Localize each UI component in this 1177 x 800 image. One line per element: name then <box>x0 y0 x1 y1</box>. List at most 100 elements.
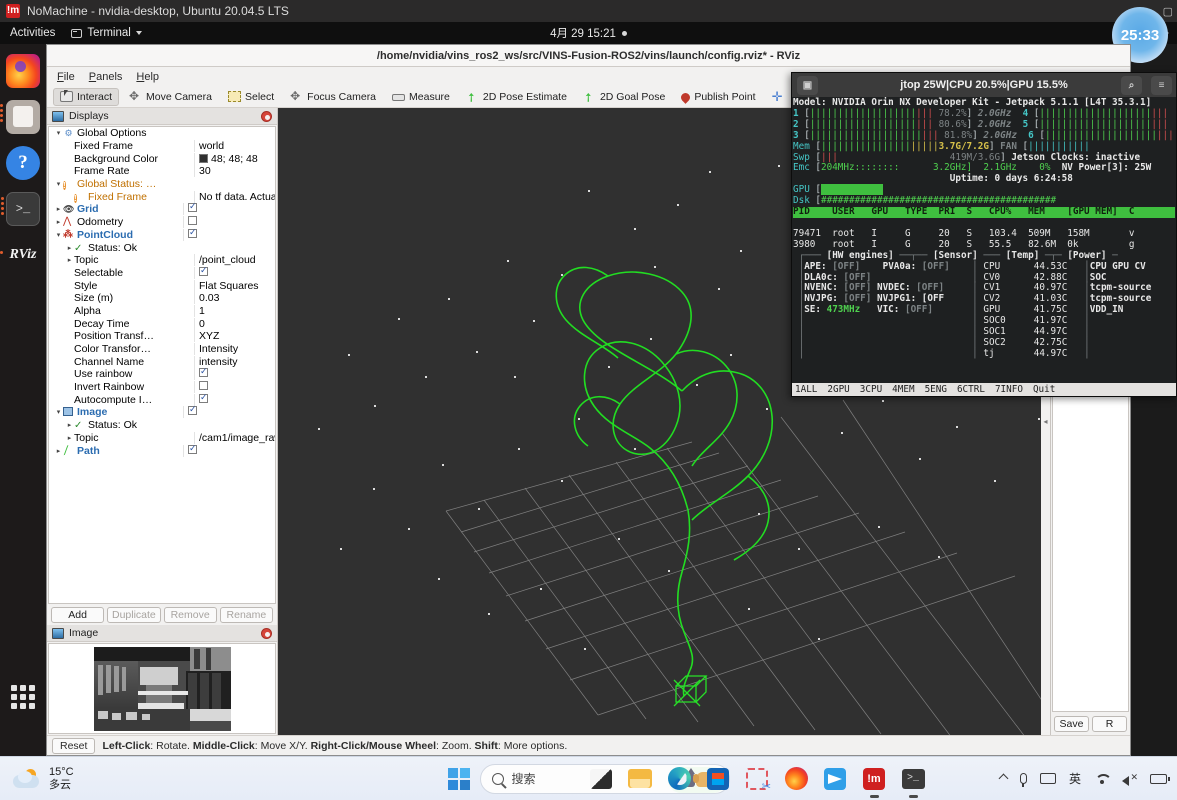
close-icon[interactable] <box>261 627 272 639</box>
activities-button[interactable]: Activities <box>0 27 65 39</box>
display-value[interactable] <box>183 406 275 419</box>
jtop-menu-item[interactable]: 4MEM <box>892 384 914 395</box>
display-value[interactable]: /cam1/image_raw <box>194 431 275 444</box>
display-row[interactable]: Channel Name intensity <box>49 355 275 368</box>
menu-help[interactable]: Help <box>136 71 159 83</box>
tool-interact[interactable]: Interact <box>53 87 120 106</box>
expander-toggle[interactable]: ▸ <box>65 256 74 264</box>
show-applications-button[interactable] <box>6 680 40 714</box>
taskbar-item-terminal[interactable]: >_ <box>900 766 926 798</box>
display-row[interactable]: ▾ ⚙ Global Options <box>49 127 275 140</box>
microphone-icon[interactable] <box>1019 773 1027 787</box>
jtop-terminal-content[interactable]: Model: NVIDIA Orin NX Developer Kit - Je… <box>792 97 1176 383</box>
display-value[interactable]: world <box>194 140 275 153</box>
checkbox-checked[interactable] <box>188 406 197 416</box>
menu-file[interactable]: File <box>57 71 75 83</box>
color-swatch[interactable] <box>199 153 208 163</box>
display-value[interactable]: 1 <box>194 304 275 317</box>
display-value[interactable]: 30 <box>194 165 275 178</box>
jtop-menu-item[interactable]: 6CTRL <box>957 384 985 395</box>
display-value[interactable] <box>183 444 275 457</box>
taskbar-item-file-explorer[interactable] <box>627 766 653 792</box>
jtop-menu-item[interactable]: 2GPU <box>827 384 849 395</box>
menu-icon[interactable]: ≡ <box>1151 75 1172 95</box>
display-row[interactable]: ▸ ⋀ Odometry <box>49 216 275 229</box>
touch-keyboard-icon[interactable] <box>1039 773 1056 784</box>
display-value[interactable] <box>194 266 275 279</box>
display-value[interactable] <box>194 381 275 394</box>
jtop-titlebar-actions[interactable]: ⌕ ≡ <box>1116 75 1176 95</box>
taskbar-item-microsoft-store[interactable] <box>705 766 731 792</box>
jtop-menu-item[interactable]: 5ENG <box>925 384 947 395</box>
display-value[interactable]: XYZ <box>194 330 275 343</box>
display-row[interactable]: ▾ ⁂ PointCloud <box>49 228 275 242</box>
display-value[interactable]: 48; 48; 48 <box>194 152 275 165</box>
display-row[interactable]: ▸ ⟋ Path <box>49 444 275 457</box>
terminal-tab-icon[interactable]: ▣ <box>797 75 818 95</box>
taskbar-item-nomachine[interactable]: !m <box>861 766 887 798</box>
display-row[interactable]: ▾! Global Status: … <box>49 178 275 191</box>
duplicate-button[interactable]: Duplicate <box>107 607 161 623</box>
tool-measure[interactable]: Measure <box>386 89 456 105</box>
display-row[interactable]: Decay Time 0 <box>49 317 275 330</box>
checkbox-checked[interactable] <box>188 228 197 238</box>
display-row[interactable]: ! Fixed Frame No tf data. Actual err… <box>49 190 275 203</box>
taskbar-item-edge[interactable] <box>666 766 692 792</box>
show-hidden-icons-icon[interactable] <box>998 773 1009 784</box>
dock-item-help[interactable]: ? <box>6 146 40 180</box>
display-row[interactable]: Invert Rainbow <box>49 381 275 394</box>
display-row[interactable]: ▸ Topic/cam1/image_raw <box>49 431 275 445</box>
tool-move-camera[interactable]: ✥ Move Camera <box>123 89 218 105</box>
dock-item-rviz[interactable]: RViz <box>0 238 40 272</box>
gnome-clock[interactable]: 4月 29 15:21 <box>0 25 1177 41</box>
displays-tree[interactable]: ▾ ⚙ Global Options Fixed Frame world Backgrou… <box>48 126 276 604</box>
tool-2d-goal-pose[interactable]: ➚ 2D Goal Pose <box>577 89 671 106</box>
reset-view-button[interactable]: R <box>1092 716 1127 732</box>
tool-2d-pose-estimate[interactable]: ➚ 2D Pose Estimate <box>460 89 573 106</box>
tool-focus-camera[interactable]: ✥ Focus Camera <box>284 89 382 105</box>
ime-indicator[interactable]: 英 <box>1069 770 1081 787</box>
expander-toggle[interactable]: ▸ <box>65 244 74 252</box>
rename-button[interactable]: Rename <box>219 607 273 623</box>
display-value[interactable] <box>183 203 275 216</box>
dock-item-files[interactable] <box>0 100 40 134</box>
expander-toggle[interactable]: ▸ <box>65 421 74 429</box>
reset-button[interactable]: Reset <box>52 737 96 754</box>
display-value[interactable] <box>183 216 275 229</box>
app-menu-terminal[interactable]: Terminal <box>65 27 147 39</box>
expander-toggle[interactable]: ▸ <box>54 205 63 213</box>
display-value[interactable]: intensity <box>194 355 275 368</box>
display-row[interactable]: ▸ ✓ Status: Ok <box>49 241 275 254</box>
display-row[interactable]: Use rainbow <box>49 368 275 381</box>
checkbox-checked[interactable] <box>199 368 208 378</box>
jtop-menu-item[interactable]: 7INFO <box>995 384 1023 395</box>
close-icon[interactable] <box>261 110 272 122</box>
checkbox-unchecked[interactable] <box>188 216 197 226</box>
display-value[interactable] <box>194 368 275 381</box>
display-row[interactable]: Frame Rate 30 <box>49 165 275 178</box>
add-button[interactable]: Add <box>51 607 105 623</box>
taskbar-item-telegram[interactable] <box>822 766 848 792</box>
display-row[interactable]: Size (m) 0.03 <box>49 292 275 305</box>
tool-select[interactable]: Select <box>222 89 280 105</box>
display-row[interactable]: Autocompute I… <box>49 393 275 406</box>
display-row[interactable]: ▸ ✓ Status: Ok <box>49 419 275 432</box>
volume-muted-icon[interactable] <box>1122 772 1138 786</box>
expander-toggle[interactable]: ▾ <box>54 408 63 416</box>
display-value[interactable]: 0 <box>194 317 275 330</box>
taskbar-item-snipping-tool[interactable] <box>744 766 771 793</box>
jtop-menu-bar[interactable]: 1ALL 2GPU 3CPU 4MEM 5ENG 6CTRL 7INFO Quit <box>792 383 1176 396</box>
display-row[interactable]: Selectable <box>49 266 275 280</box>
expander-toggle[interactable]: ▾ <box>54 231 63 239</box>
save-button[interactable]: Save <box>1054 716 1089 732</box>
jtop-menu-item[interactable]: Quit <box>1033 384 1055 395</box>
checkbox-unchecked[interactable] <box>199 381 208 391</box>
display-value[interactable]: 0.03 <box>194 292 275 305</box>
display-value[interactable]: Intensity <box>194 343 275 356</box>
display-row[interactable]: Alpha 1 <box>49 304 275 318</box>
wifi-icon[interactable] <box>1094 773 1109 784</box>
menu-panels[interactable]: Panels <box>89 71 123 83</box>
dock-item-firefox[interactable] <box>6 54 40 88</box>
expander-toggle[interactable]: ▾ <box>54 180 63 188</box>
start-button[interactable] <box>447 767 470 790</box>
